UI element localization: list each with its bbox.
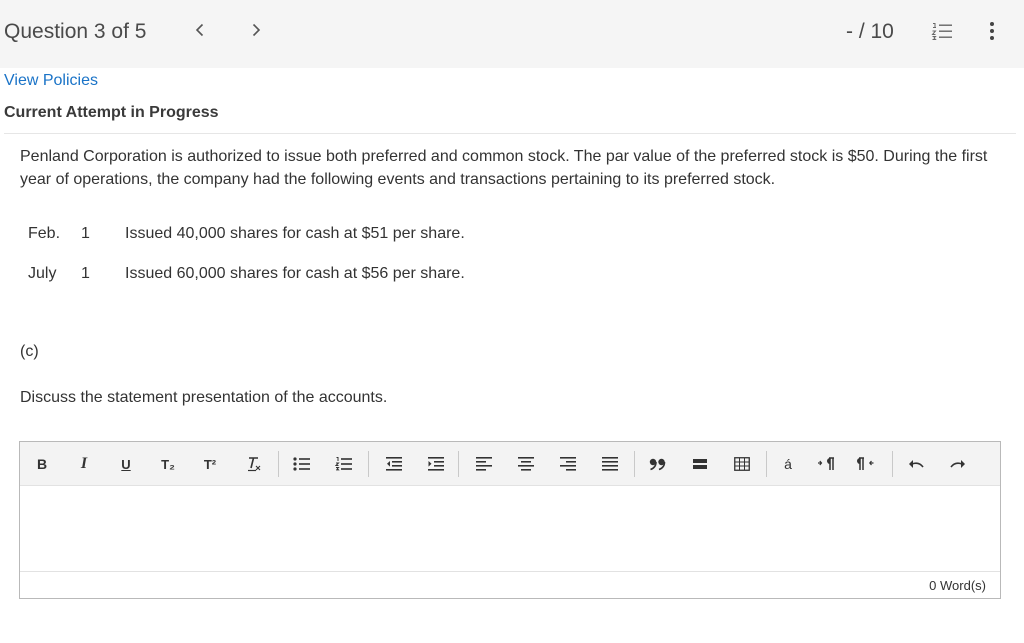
more-options-button[interactable] <box>980 21 1004 45</box>
section-divider <box>4 133 1016 134</box>
question-counter: Question 3 of 5 <box>4 20 147 43</box>
numbered-list-icon <box>931 21 953 46</box>
align-justify-icon <box>601 456 619 472</box>
subscript-icon: T₂ <box>161 456 175 472</box>
view-policies-link[interactable]: View Policies <box>4 72 98 90</box>
part-label: (c) <box>20 343 39 360</box>
numbered-list-button[interactable] <box>332 453 356 475</box>
rtl-paragraph-button[interactable] <box>854 453 878 475</box>
superscript-icon: T² <box>203 456 217 472</box>
bulleted-list-button[interactable] <box>290 453 314 475</box>
toolbar-separator <box>368 451 369 477</box>
bulleted-list-icon <box>293 456 311 472</box>
transaction-month: July <box>28 265 57 282</box>
redo-icon <box>950 457 966 471</box>
bold-button[interactable]: B <box>30 453 54 475</box>
chevron-right-icon <box>251 23 261 42</box>
numbered-list-icon <box>335 456 353 472</box>
toolbar-separator <box>766 451 767 477</box>
clear-formatting-icon <box>245 455 263 473</box>
ltr-paragraph-button[interactable] <box>814 453 838 475</box>
ltr-paragraph-icon <box>817 456 835 472</box>
transaction-day: 1 <box>81 265 90 282</box>
transaction-description: Issued 40,000 shares for cash at $51 per… <box>125 225 465 242</box>
align-right-button[interactable] <box>556 453 580 475</box>
underline-button[interactable]: U <box>114 453 138 475</box>
insert-table-button[interactable] <box>730 453 754 475</box>
align-right-icon <box>559 456 577 472</box>
special-characters-icon: á <box>784 456 792 472</box>
justify-button[interactable] <box>598 453 622 475</box>
align-center-button[interactable] <box>514 453 538 475</box>
toolbar-separator <box>634 451 635 477</box>
quote-icon <box>649 457 667 471</box>
part-instruction: Discuss the statement presentation of th… <box>20 389 388 406</box>
increase-indent-button[interactable] <box>424 453 448 475</box>
answer-text-area[interactable] <box>20 486 1000 571</box>
clear-formatting-button[interactable] <box>242 453 266 475</box>
undo-icon <box>908 457 924 471</box>
answer-editor: B I U T₂ T² á 0 Word(s) <box>19 441 1001 599</box>
table-icon <box>734 457 750 471</box>
previous-question-button[interactable] <box>188 20 212 44</box>
toolbar-separator <box>278 451 279 477</box>
question-header: Question 3 of 5 - / 10 <box>0 0 1024 68</box>
transaction-day: 1 <box>81 225 90 242</box>
horizontal-rule-button[interactable] <box>688 453 712 475</box>
indent-icon <box>427 456 445 472</box>
toolbar-separator <box>458 451 459 477</box>
align-left-icon <box>475 456 493 472</box>
italic-icon: I <box>80 455 88 472</box>
editor-toolbar: B I U T₂ T² á <box>20 442 1000 486</box>
align-center-icon <box>517 456 535 472</box>
redo-button[interactable] <box>946 453 970 475</box>
toolbar-separator <box>892 451 893 477</box>
decrease-indent-button[interactable] <box>382 453 406 475</box>
question-list-button[interactable] <box>930 21 954 45</box>
next-question-button[interactable] <box>244 20 268 44</box>
bold-icon: B <box>36 456 48 472</box>
transaction-month: Feb. <box>28 225 61 242</box>
word-count: 0 Word(s) <box>929 578 986 593</box>
question-prompt: Penland Corporation is authorized to iss… <box>20 148 988 188</box>
attempt-status: Current Attempt in Progress <box>4 104 219 121</box>
italic-button[interactable]: I <box>72 453 96 475</box>
outdent-icon <box>385 456 403 472</box>
underline-icon: U <box>121 456 131 472</box>
score-display: - / 10 <box>846 20 894 43</box>
horizontal-rule-icon <box>692 458 708 470</box>
subscript-button[interactable]: T₂ <box>156 453 180 475</box>
editor-status-bar: 0 Word(s) <box>20 571 1000 598</box>
align-left-button[interactable] <box>472 453 496 475</box>
more-vertical-icon <box>989 21 995 46</box>
transaction-description: Issued 60,000 shares for cash at $56 per… <box>125 265 465 282</box>
superscript-button[interactable]: T² <box>198 453 222 475</box>
rtl-paragraph-icon <box>857 456 875 472</box>
blockquote-button[interactable] <box>646 453 670 475</box>
undo-button[interactable] <box>904 453 928 475</box>
chevron-left-icon <box>195 23 205 42</box>
special-characters-button[interactable]: á <box>776 453 800 475</box>
